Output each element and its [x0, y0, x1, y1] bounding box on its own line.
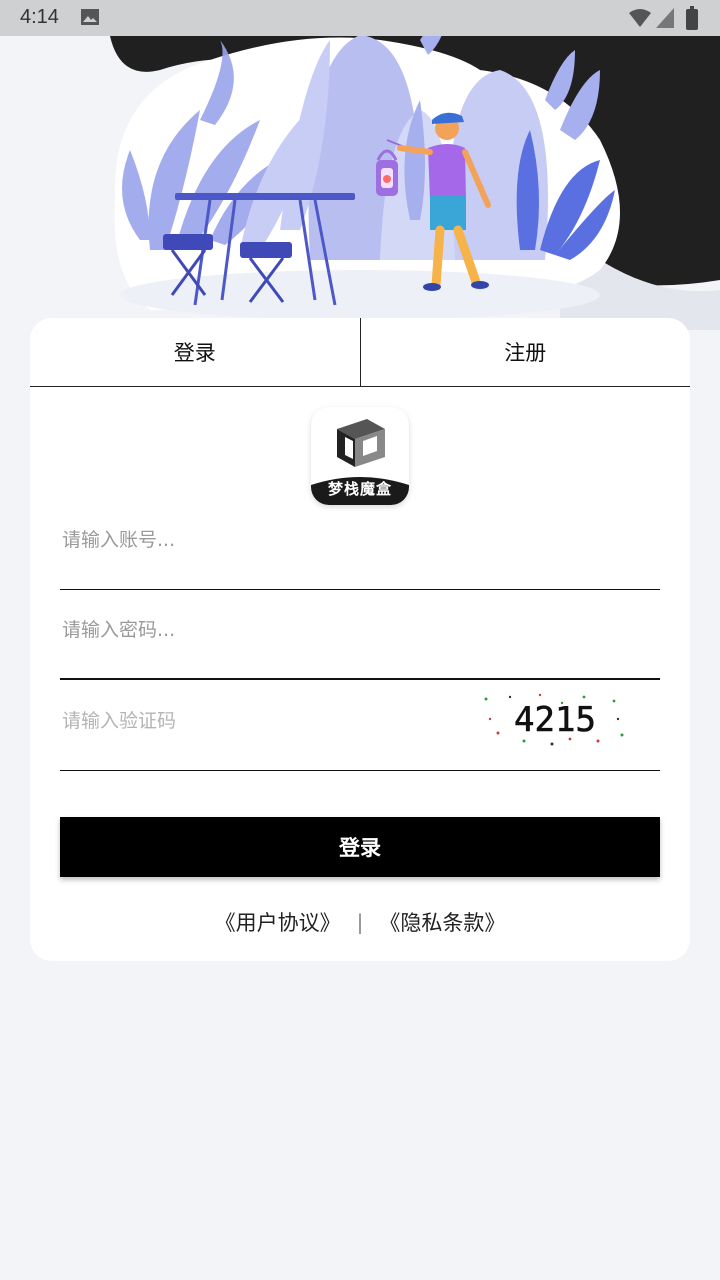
captcha-image[interactable]: 4215	[480, 689, 630, 751]
tab-register-label: 注册	[504, 341, 547, 365]
password-input[interactable]	[60, 604, 464, 656]
captcha-field: 4215	[60, 681, 660, 771]
hero-illustration	[110, 5, 720, 330]
status-bar: 4:14	[0, 0, 720, 36]
password-underline	[60, 678, 660, 680]
password-field	[60, 590, 660, 680]
login-card: 登录 注册 梦栈魔盒 请输入账号... 请输入验证码 4215 登录 《用户协议…	[30, 318, 690, 961]
app-logo: 梦栈魔盒	[311, 407, 409, 505]
captcha-underline	[60, 770, 660, 771]
tab-register[interactable]: 注册	[361, 318, 691, 386]
image-notification-icon	[81, 9, 99, 25]
wifi-icon	[629, 9, 651, 27]
user-agreement-link[interactable]: 《用户协议》	[215, 907, 341, 937]
captcha-code: 4215	[514, 700, 596, 740]
account-input[interactable]	[60, 514, 464, 566]
auth-tabs: 登录 注册	[30, 318, 690, 387]
captcha-input[interactable]	[60, 695, 464, 747]
tab-login[interactable]: 登录	[30, 318, 361, 386]
agreement-links: 《用户协议》 | 《隐私条款》	[30, 904, 690, 940]
account-field	[60, 500, 660, 590]
login-button[interactable]: 登录	[60, 817, 660, 877]
links-separator: |	[356, 910, 364, 934]
status-time: 4:14	[20, 6, 59, 28]
privacy-policy-link[interactable]: 《隐私条款》	[379, 907, 505, 937]
battery-icon	[686, 6, 698, 30]
tab-login-label: 登录	[173, 341, 216, 365]
logo-text: 梦栈魔盒	[327, 480, 392, 498]
signal-icon	[656, 8, 674, 28]
